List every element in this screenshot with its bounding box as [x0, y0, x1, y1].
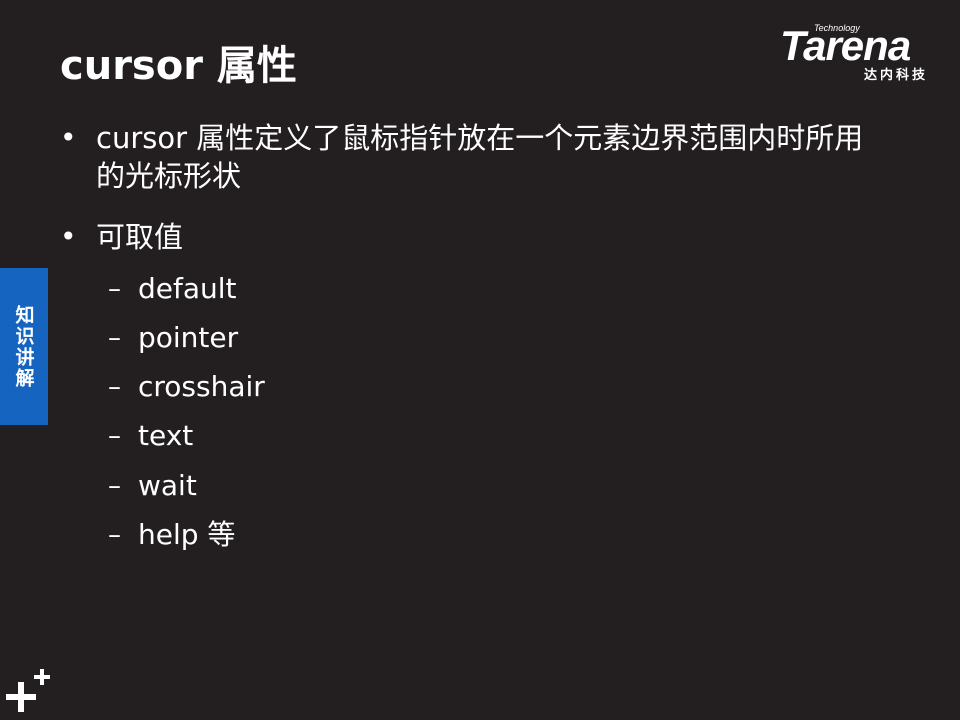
- value-text: crosshair: [138, 370, 265, 403]
- value-item: – pointer: [108, 321, 238, 355]
- plus-icon: [6, 669, 50, 712]
- dash-icon: –: [108, 421, 121, 451]
- dash-icon: –: [108, 323, 121, 353]
- dash-icon: –: [108, 520, 121, 550]
- dash-icon: –: [108, 274, 121, 304]
- value-text: help 等: [138, 518, 236, 551]
- bullet-icon: •: [60, 121, 77, 154]
- dash-icon: –: [108, 372, 121, 402]
- value-item: – help 等: [108, 518, 235, 552]
- value-item: – text: [108, 419, 193, 453]
- slide-content: • cursor 属性定义了鼠标指针放在一个元素边界范围内时所用的光标形状 • …: [0, 0, 960, 720]
- bullet-text: cursor 属性定义了鼠标指针放在一个元素边界范围内时所用的光标形状: [96, 121, 864, 193]
- bullet-icon: •: [60, 220, 77, 253]
- value-item: – default: [108, 272, 237, 306]
- value-text: wait: [138, 469, 197, 502]
- bullet-item: • 可取值: [60, 218, 886, 256]
- dash-icon: –: [108, 471, 121, 501]
- value-text: pointer: [138, 321, 239, 354]
- bullet-item: • cursor 属性定义了鼠标指针放在一个元素边界范围内时所用的光标形状: [60, 119, 886, 195]
- value-item: – wait: [108, 469, 197, 503]
- value-text: text: [138, 419, 194, 452]
- value-text: default: [138, 272, 237, 305]
- bullet-text: 可取值: [96, 220, 184, 254]
- value-item: – crosshair: [108, 370, 265, 404]
